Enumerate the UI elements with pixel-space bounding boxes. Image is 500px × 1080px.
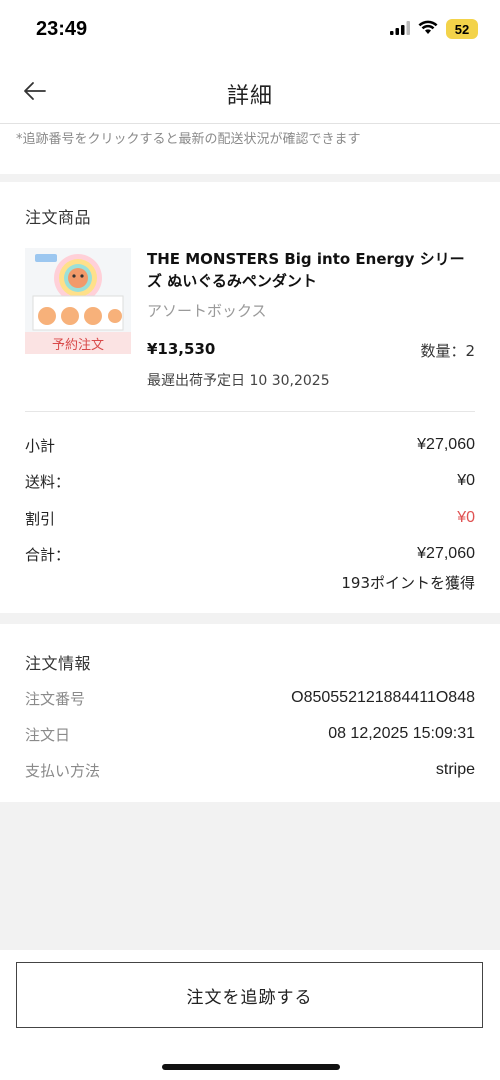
bottom-action-bar: 注文を追跡する [0,950,500,1080]
payment-method: stripe [435,761,475,778]
order-date: 08 12,2025 15:09:31 [328,725,475,742]
summary-subtotal: 小計 ¥27,060 [25,433,475,457]
summary-label: 割引 [25,509,56,528]
battery-icon: 52 [446,19,478,39]
info-label: 注文日 [25,725,71,744]
order-date-row: 注文日 08 12,2025 15:09:31 [25,722,475,746]
info-label: 注文番号 [25,689,86,708]
info-label: 支払い方法 [25,761,101,780]
track-order-button[interactable]: 注文を追跡する [16,962,483,1028]
header: 詳細 [0,62,500,124]
divider [25,411,475,412]
product-image: 予約注文 [25,248,131,354]
section-title: 注文情報 [25,654,92,673]
product-name: THE MONSTERS Big into Energy シリーズ ぬいぐるみペ… [147,250,465,290]
summary-value: ¥27,060 [417,436,475,453]
points-earned: 193ポイントを獲得 [341,574,475,592]
signal-icon [390,20,410,39]
summary-value: ¥0 [457,472,475,489]
summary-value: ¥0 [457,509,475,526]
order-number[interactable]: O850552121884411O848 [291,689,475,707]
status-icons: 52 [390,19,478,39]
preorder-badge: 予約注文 [25,332,131,354]
wifi-icon [418,20,438,39]
status-bar: 23:49 52 [0,0,500,62]
summary-value: ¥27,060 [417,545,475,562]
order-number-row: 注文番号 O850552121884411O848 [25,686,475,710]
status-time: 23:49 [36,18,88,40]
payment-method-row: 支払い方法 stripe [25,758,475,782]
section-title: 注文商品 [25,208,92,227]
page-title: 詳細 [226,84,273,109]
product-quantity: 数量：2 [420,342,475,360]
summary-shipping: 送料： ¥0 [25,469,475,493]
summary-discount: 割引 ¥0 [25,506,475,530]
product-item[interactable]: 予約注文 THE MONSTERS Big into Energy シリーズ ぬ… [25,248,475,389]
summary-label: 送料： [25,472,71,491]
product-price: ¥13,530 [147,340,216,358]
summary-total: 合計： ¥27,060 [25,542,475,566]
summary-label: 小計 [25,436,56,455]
tracking-notice: *追跡番号をクリックすると最新の配送状況が確認できます [0,124,500,174]
home-indicator [162,1064,340,1070]
summary-label: 合計： [25,545,71,564]
product-variant: アソートボックス [147,302,267,320]
ship-date: 最遅出荷予定日 10 30,2025 [147,373,330,389]
